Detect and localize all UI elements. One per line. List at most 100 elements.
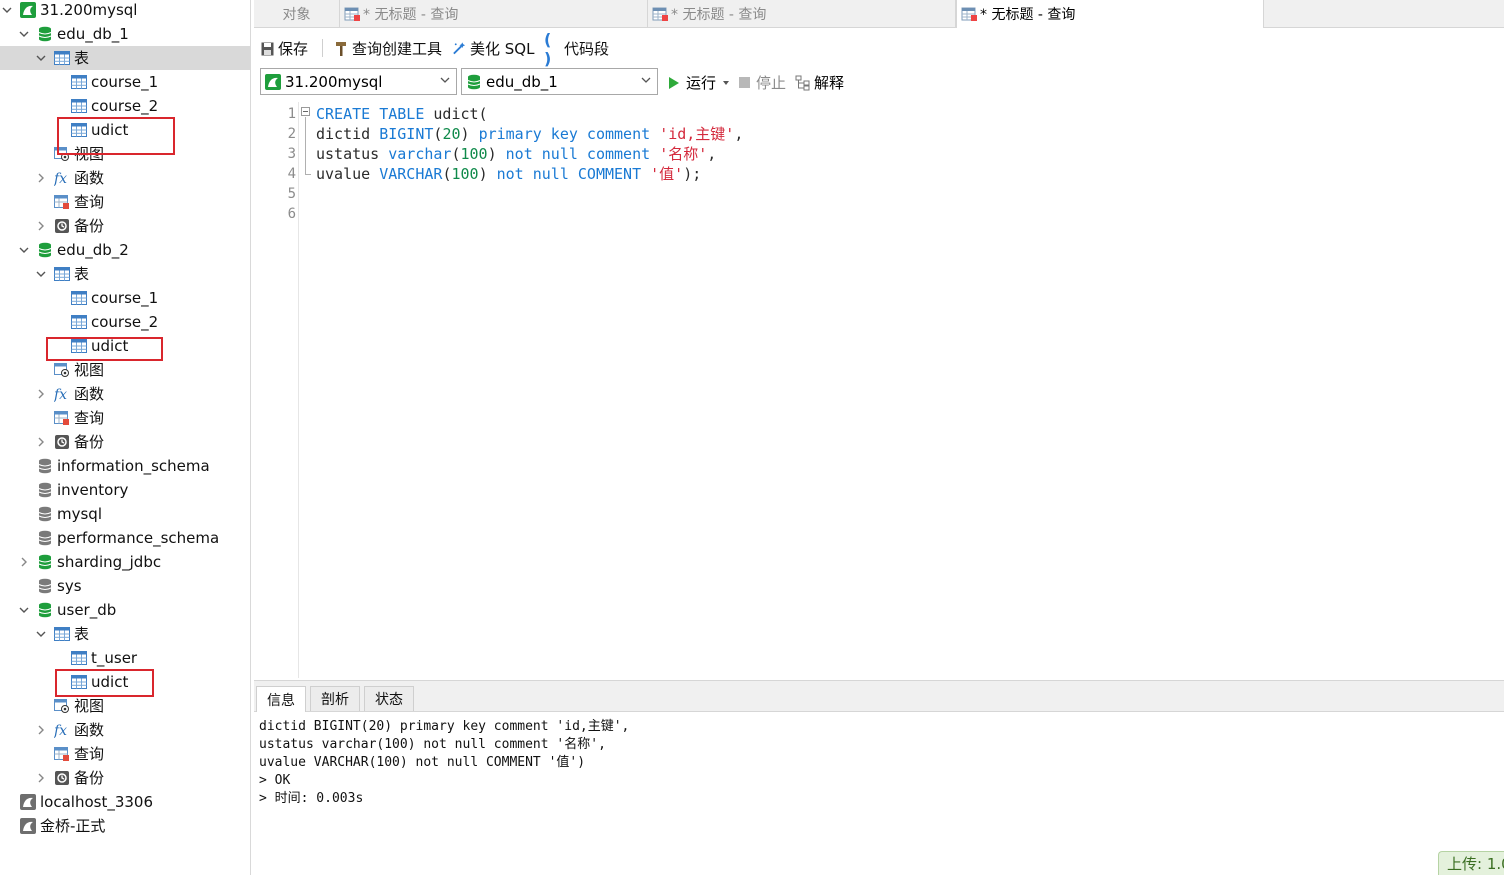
tree-item-backup[interactable]: 备份 [0, 430, 250, 454]
tab-objects[interactable]: 对象 [254, 0, 340, 27]
tree-item-localhost_3306[interactable]: localhost_3306 [0, 790, 250, 814]
tree-item-function[interactable]: fx 函数 [0, 166, 250, 190]
tree-item-label: 视图 [74, 697, 105, 715]
tree-item-label: 视图 [74, 361, 105, 379]
tab-query-1[interactable]: * 无标题 - 查询 [340, 0, 648, 27]
tree-item-query[interactable]: 查询 [0, 742, 250, 766]
query-toolbar: 保存 查询创建工具 美化 SQL ( ) 代码段 [254, 30, 1504, 68]
tree-item-course_1[interactable]: course_1 [0, 70, 250, 94]
database-icon [37, 242, 53, 258]
sql-editor[interactable]: 1 2 3 4 5 6 CREATE TABLE udict( dictid B… [254, 102, 1504, 678]
tab-info[interactable]: 信息 [256, 686, 306, 712]
tree-item-information_schema[interactable]: information_schema [0, 454, 250, 478]
tree-item-view[interactable]: 视图 [0, 358, 250, 382]
table-icon [71, 98, 87, 114]
upload-status-badge[interactable]: 上传: 1.0 [1438, 851, 1504, 875]
caret-down-icon [723, 80, 730, 85]
tree-item-view[interactable]: 视图 [0, 694, 250, 718]
tree-item-sharding_jdbc[interactable]: sharding_jdbc [0, 550, 250, 574]
object-tree-sidebar[interactable]: 31.200mysql edu_db_1 表 course_1 course_2 udic… [0, 0, 251, 875]
run-button[interactable]: 运行 [668, 72, 730, 93]
tree-item-label: 31.200mysql [40, 1, 138, 19]
chevron-right-icon[interactable] [35, 214, 47, 238]
chevron-down-icon[interactable] [35, 262, 47, 286]
save-icon [260, 41, 274, 57]
tree-item-label: inventory [57, 481, 129, 499]
tree-item-inventory[interactable]: inventory [0, 478, 250, 502]
tree-item-backup[interactable]: 备份 [0, 766, 250, 790]
table-icon [71, 74, 87, 90]
beautify-sql-button[interactable]: 美化 SQL [452, 38, 534, 59]
view-icon [54, 362, 70, 378]
output-line: dictid BIGINT(20) primary key comment 'i… [259, 719, 630, 734]
snippet-button[interactable]: ( ) 代码段 [544, 30, 610, 68]
chevron-down-icon[interactable] [1, 0, 13, 22]
tree-item-course_1[interactable]: course_1 [0, 286, 250, 310]
database-select[interactable]: edu_db_1 [461, 68, 658, 95]
hammer-icon [334, 41, 348, 57]
chevron-right-icon[interactable] [35, 766, 47, 790]
chevron-right-icon[interactable] [35, 166, 47, 190]
backup-icon [54, 218, 70, 234]
line-number: 5 [287, 186, 296, 202]
tree-item-table-folder[interactable]: 表 [0, 622, 250, 646]
tree-item-sys[interactable]: sys [0, 574, 250, 598]
tree-item-label: course_2 [91, 313, 159, 331]
tree-item-query[interactable]: 查询 [0, 406, 250, 430]
tab-profile[interactable]: 剖析 [310, 686, 360, 711]
editor-tab-bar: 对象 * 无标题 - 查询 * 无标题 - 查询 * 无标题 - 查询 [254, 0, 1504, 28]
database-gray-icon [37, 458, 53, 474]
tab-query-3-active[interactable]: * 无标题 - 查询 [956, 0, 1264, 28]
tree-item-user_db[interactable]: user_db [0, 598, 250, 622]
connection-select[interactable]: 31.200mysql [260, 68, 457, 95]
backup-icon [54, 770, 70, 786]
chevron-down-icon[interactable] [35, 622, 47, 646]
tree-item-31-200mysql[interactable]: 31.200mysql [0, 0, 250, 22]
table-folder-icon [54, 50, 70, 66]
query-builder-label: 查询创建工具 [352, 40, 443, 58]
save-button[interactable]: 保存 [260, 38, 308, 59]
chevron-down-icon[interactable] [35, 46, 47, 70]
chevron-right-icon[interactable] [18, 550, 30, 574]
tab-status[interactable]: 状态 [364, 686, 414, 711]
tree-item-label: 金桥-正式 [40, 817, 106, 835]
chevron-down-icon[interactable] [18, 598, 30, 622]
chevron-right-icon[interactable] [35, 430, 47, 454]
mysql-connection-icon [265, 73, 281, 90]
chevron-down-icon[interactable] [18, 22, 30, 46]
line-number: 3 [287, 146, 296, 162]
chevron-right-icon[interactable] [35, 718, 47, 742]
chevron-right-icon[interactable] [35, 382, 47, 406]
tree-item-label: course_1 [91, 73, 159, 91]
explain-button[interactable]: 解释 [795, 72, 844, 93]
tree-item-function[interactable]: fx 函数 [0, 382, 250, 406]
tree-item-mysql[interactable]: mysql [0, 502, 250, 526]
tree-item-t_user[interactable]: t_user [0, 646, 250, 670]
snippet-label: 代码段 [564, 40, 610, 58]
tree-item-label: user_db [57, 601, 117, 619]
query-tab-icon [344, 7, 360, 21]
fold-toggle-icon[interactable] [301, 107, 310, 116]
tree-item-table-folder[interactable]: 表 [0, 46, 250, 70]
chevron-down-icon[interactable] [18, 238, 30, 262]
tree-item-label: t_user [91, 649, 138, 667]
tree-item-function[interactable]: fx 函数 [0, 718, 250, 742]
tab-query-2[interactable]: * 无标题 - 查询 [648, 0, 956, 27]
tree-item-course_2[interactable]: course_2 [0, 94, 250, 118]
code-line-1: CREATE TABLE udict( [316, 105, 488, 123]
tree-item-label: edu_db_1 [57, 25, 129, 43]
stop-button[interactable]: 停止 [739, 72, 786, 93]
tree-item-edu_db_1[interactable]: edu_db_1 [0, 22, 250, 46]
tab-label: * 无标题 - 查询 [363, 6, 459, 23]
tree-item-label: 函数 [74, 385, 105, 403]
query-builder-button[interactable]: 查询创建工具 [334, 38, 442, 59]
tree-item-label: performance_schema [57, 529, 220, 547]
tree-item-course_2[interactable]: course_2 [0, 310, 250, 334]
tree-item-performance_schema[interactable]: performance_schema [0, 526, 250, 550]
tree-item-mysql-connection-gray[interactable]: 金桥-正式 [0, 814, 250, 838]
tree-item-backup[interactable]: 备份 [0, 214, 250, 238]
tree-item-table-folder[interactable]: 表 [0, 262, 250, 286]
svg-text:fx: fx [54, 171, 67, 186]
tree-item-query[interactable]: 查询 [0, 190, 250, 214]
tree-item-edu_db_2[interactable]: edu_db_2 [0, 238, 250, 262]
